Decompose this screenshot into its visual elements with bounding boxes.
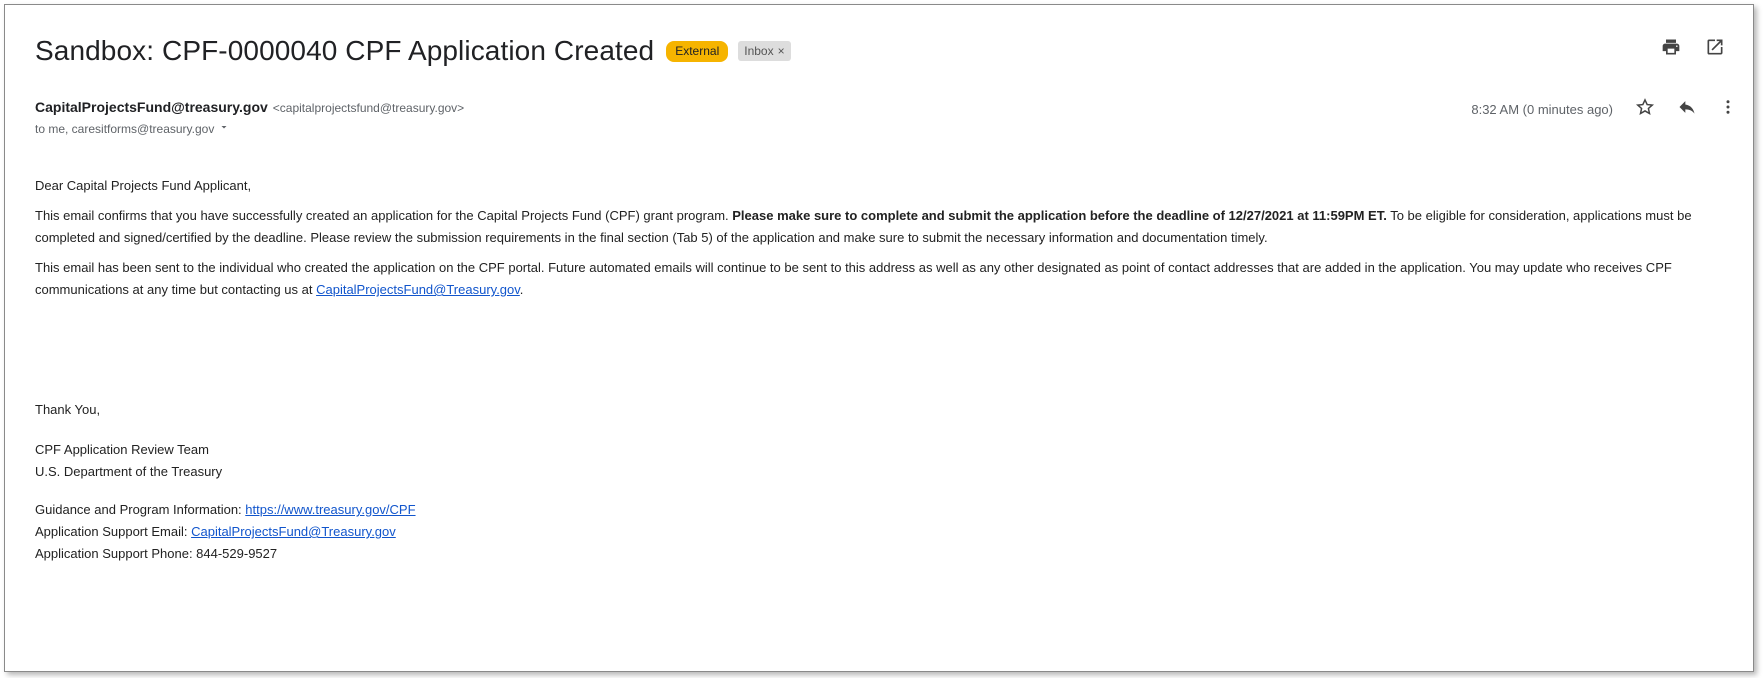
contact-email-link[interactable]: CapitalProjectsFund@Treasury.gov bbox=[316, 282, 520, 297]
greeting: Dear Capital Projects Fund Applicant, bbox=[35, 178, 252, 193]
recipients-text: to me, caresitforms@treasury.gov bbox=[35, 121, 215, 136]
inbox-label[interactable]: Inbox × bbox=[738, 41, 791, 61]
closing-text: Thank You, bbox=[35, 402, 101, 417]
recipients-line: to me, caresitforms@treasury.gov bbox=[35, 121, 1737, 136]
department-name: U.S. Department of the Treasury bbox=[35, 464, 223, 479]
signature-block: CPF Application Review Team U.S. Departm… bbox=[35, 439, 1713, 483]
timestamp: 8:32 AM (0 minutes ago) bbox=[1471, 102, 1613, 117]
message-meta: 8:32 AM (0 minutes ago) bbox=[1471, 97, 1737, 122]
top-actions bbox=[1657, 33, 1729, 61]
subject-row: Sandbox: CPF-0000040 CPF Application Cre… bbox=[35, 29, 1737, 73]
guidance-label: Guidance and Program Information: bbox=[35, 502, 246, 517]
p2-end: . bbox=[519, 282, 524, 297]
support-email-link[interactable]: CapitalProjectsFund@Treasury.gov bbox=[191, 524, 396, 539]
support-phone: Application Support Phone: 844-529-9527 bbox=[35, 546, 278, 561]
support-email-line: Application Support Email: CapitalProjec… bbox=[35, 521, 1713, 543]
paragraph-notifications: This email has been sent to the individu… bbox=[35, 257, 1713, 301]
email-body: Dear Capital Projects Fund Applicant, Th… bbox=[35, 175, 1713, 309]
more-vert-icon[interactable] bbox=[1719, 98, 1737, 121]
email-subject: Sandbox: CPF-0000040 CPF Application Cre… bbox=[35, 35, 655, 66]
p2-text: This email has been sent to the individu… bbox=[35, 260, 1672, 297]
inbox-label-text: Inbox bbox=[744, 44, 774, 58]
deadline-notice: Please make sure to complete and submit … bbox=[732, 208, 1387, 223]
sender-email: <capitalprojectsfund@treasury.gov> bbox=[272, 101, 465, 115]
email-view: Sandbox: CPF-0000040 CPF Application Cre… bbox=[4, 4, 1754, 672]
star-icon[interactable] bbox=[1635, 97, 1655, 122]
print-icon[interactable] bbox=[1657, 33, 1685, 61]
reply-icon[interactable] bbox=[1677, 97, 1697, 122]
guidance-link[interactable]: https://www.treasury.gov/CPF bbox=[245, 502, 415, 517]
team-name: CPF Application Review Team bbox=[35, 442, 209, 457]
guidance-line: Guidance and Program Information: https:… bbox=[35, 499, 1713, 521]
support-info-block: Guidance and Program Information: https:… bbox=[35, 499, 1713, 565]
support-email-label: Application Support Email: bbox=[35, 524, 192, 539]
open-in-new-window-icon[interactable] bbox=[1701, 33, 1729, 61]
external-label[interactable]: External bbox=[666, 40, 729, 62]
p1-text-a: This email confirms that you have succes… bbox=[35, 208, 733, 223]
sender-header: CapitalProjectsFund@treasury.gov <capita… bbox=[35, 97, 1737, 136]
remove-label-icon[interactable]: × bbox=[778, 44, 785, 58]
closing-block: Thank You, bbox=[35, 399, 1713, 421]
sender-name[interactable]: CapitalProjectsFund@treasury.gov bbox=[35, 99, 268, 115]
chevron-down-icon[interactable] bbox=[218, 121, 230, 136]
paragraph-confirmation: This email confirms that you have succes… bbox=[35, 205, 1713, 249]
